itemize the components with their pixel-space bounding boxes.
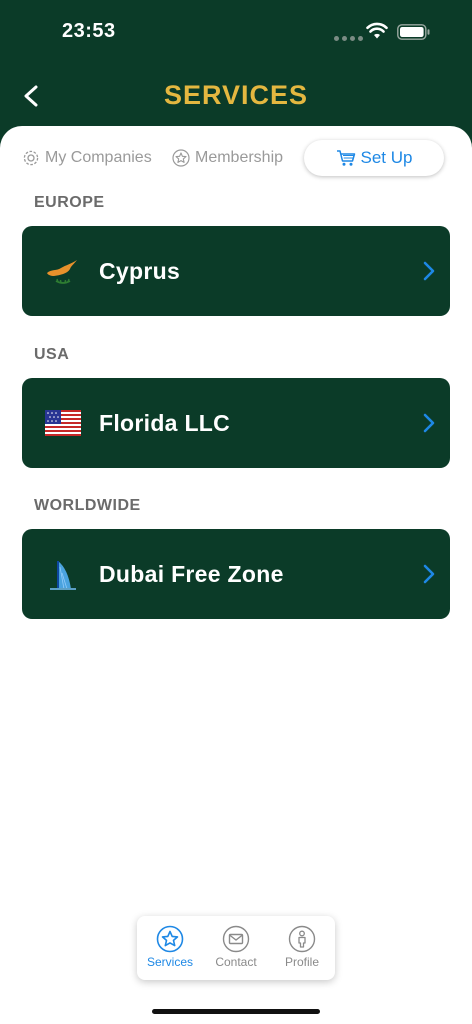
- nav-label: Contact: [215, 955, 257, 969]
- tab-label: Set Up: [360, 148, 413, 167]
- page-title: SERVICES: [163, 80, 309, 110]
- person-icon: [288, 925, 316, 953]
- service-card-florida-llc[interactable]: Florida LLC: [22, 378, 450, 468]
- bottom-nav: Services Contact Profile: [137, 916, 335, 980]
- nav-label: Profile: [284, 955, 319, 969]
- section-label-europe: EUROPE: [34, 194, 105, 211]
- card-label: Cyprus: [99, 258, 181, 284]
- card-label: Florida LLC: [99, 410, 231, 436]
- mail-icon: [222, 925, 250, 953]
- content-sheet: My Companies Membership Set Up EUROPE Cy…: [0, 126, 472, 1024]
- star-icon: [156, 925, 184, 953]
- section-label-worldwide: WORLDWIDE: [34, 497, 141, 514]
- tab-label: My Companies: [45, 149, 152, 166]
- wifi-icon: [366, 22, 388, 39]
- service-card-dubai-free-zone[interactable]: Dubai Free Zone: [22, 529, 450, 619]
- home-indicator: [152, 1009, 320, 1014]
- tab-set-up[interactable]: Set Up: [304, 140, 444, 176]
- tab-label: Membership: [195, 149, 284, 166]
- tab-membership[interactable]: Membership: [172, 140, 283, 176]
- card-label: Dubai Free Zone: [99, 561, 284, 587]
- cyprus-flag-icon: [44, 252, 82, 290]
- battery-icon: [397, 24, 430, 40]
- nav-label: Services: [146, 955, 193, 969]
- nav-profile[interactable]: Profile: [269, 922, 335, 976]
- status-time: 23:53: [62, 20, 116, 42]
- burj-al-arab-icon: [44, 555, 82, 593]
- status-bar: 23:53: [0, 0, 472, 60]
- nav-contact[interactable]: Contact: [203, 922, 269, 976]
- section-label-usa: USA: [34, 346, 70, 363]
- gear-icon: [23, 150, 39, 166]
- chevron-right-icon: [423, 413, 435, 433]
- cellular-signal-icon: [334, 36, 363, 41]
- chevron-right-icon: [423, 564, 435, 584]
- nav-services[interactable]: Services: [137, 922, 203, 976]
- service-card-cyprus[interactable]: Cyprus: [22, 226, 450, 316]
- cart-icon: [336, 150, 355, 166]
- us-flag-icon: [44, 404, 82, 442]
- header: SERVICES: [0, 60, 472, 130]
- tab-my-companies[interactable]: My Companies: [22, 140, 152, 176]
- segment-tabs: My Companies Membership Set Up: [22, 140, 446, 176]
- star-icon: [172, 149, 190, 167]
- chevron-right-icon: [423, 261, 435, 281]
